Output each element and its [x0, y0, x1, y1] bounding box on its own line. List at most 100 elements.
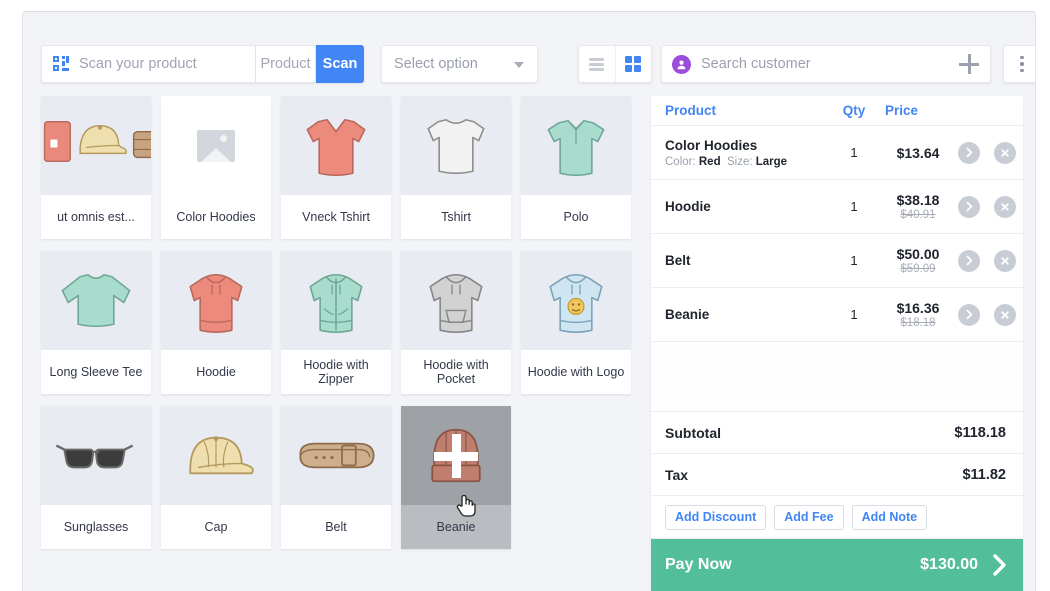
cart-item-price-cell: $38.18 $40.91 [885, 192, 951, 221]
product-tile[interactable]: Beanie [401, 406, 511, 549]
chevron-right-icon [966, 309, 972, 320]
list-view-icon [589, 57, 605, 71]
cart-item-detail-button[interactable] [958, 303, 980, 326]
cart-item-row[interactable]: Beanie 1 $16.36 $18.18 [651, 288, 1023, 342]
pay-now-amount: $130.00 [920, 556, 978, 573]
cart-table-header: Product Qty Price [651, 96, 1023, 126]
chevron-right-icon [966, 255, 972, 266]
product-tile-label: Hoodie [161, 350, 271, 394]
product-tile-label: Hoodie with Pocket [401, 350, 511, 394]
cap-image [161, 406, 271, 505]
cart-item-row[interactable]: Hoodie 1 $38.18 $40.91 [651, 180, 1023, 234]
product-tile[interactable]: Hoodie with Zipper [281, 251, 391, 394]
segment-scan-button[interactable]: Scan [316, 45, 364, 83]
long-sleeve-tee-image [41, 251, 151, 350]
grid-view-icon [625, 56, 642, 72]
product-tile[interactable]: Cap [161, 406, 271, 549]
cart-item-name: Color Hoodies [665, 137, 758, 153]
cart-item-original-price: $59.09 [900, 263, 936, 275]
product-tile[interactable]: Hoodie with Pocket [401, 251, 511, 394]
segment-product-label: Product [260, 56, 311, 72]
sunglasses-image [41, 406, 151, 505]
scan-input[interactable] [79, 49, 244, 79]
cart-item-name: Beanie [665, 307, 710, 322]
cart-item-price-cell: $13.64 [885, 145, 951, 161]
beanie-image [401, 406, 511, 505]
product-tile[interactable]: Sunglasses [41, 406, 151, 549]
product-tile[interactable]: Polo [521, 96, 631, 239]
product-tile-label: Belt [281, 505, 391, 549]
product-tile-label: Tshirt [401, 195, 511, 239]
product-tile-label: Hoodie with Logo [521, 350, 631, 394]
top-toolbar: Product Scan Select option [41, 45, 1035, 85]
subtotal-label: Subtotal [665, 424, 721, 441]
product-tile[interactable]: ut omnis est... [41, 96, 151, 239]
product-tile[interactable]: Color Hoodies [161, 96, 271, 239]
subtotal-value: $118.18 [954, 424, 1006, 441]
product-tile-label: Hoodie with Zipper [281, 350, 391, 394]
cart-item-qty: 1 [850, 145, 858, 160]
image-placeholder-icon [161, 96, 271, 195]
cart-item-row[interactable]: Belt 1 $50.00 $59.09 [651, 234, 1023, 288]
belt-image [281, 406, 391, 505]
barcode-scan-icon [53, 56, 69, 71]
product-tile-label: Sunglasses [41, 505, 151, 549]
product-tile[interactable]: Tshirt [401, 96, 511, 239]
list-view-button[interactable] [579, 46, 615, 82]
add-to-cart-plus-icon[interactable] [434, 433, 478, 478]
column-header-qty: Qty [842, 103, 866, 118]
hoodie-image [161, 251, 271, 350]
more-vertical-icon-dot [1020, 55, 1024, 60]
cart-item-row[interactable]: Color Hoodies Color: Red Size: Large 1 $13.… [651, 126, 1023, 180]
hoodie-pocket-image [401, 251, 511, 350]
add-fee-button[interactable]: Add Fee [774, 504, 844, 530]
cart-item-price-cell: $16.36 $18.18 [885, 300, 951, 329]
product-tile-label: Color Hoodies [161, 195, 271, 239]
cart-item-remove-button[interactable] [994, 303, 1016, 326]
cart-item-detail-button[interactable] [958, 195, 980, 218]
column-header-product: Product [665, 103, 717, 118]
cart-panel: Product Qty Price Color Hoodies Color: Re… [651, 96, 1023, 591]
select-option-dropdown[interactable]: Select option [381, 45, 538, 83]
customer-search-input[interactable] [701, 49, 951, 79]
product-tile[interactable]: Long Sleeve Tee [41, 251, 151, 394]
cart-item-product-cell: Color Hoodies Color: Red Size: Large [651, 138, 823, 168]
more-vertical-icon-dot [1020, 68, 1024, 73]
cart-item-detail-button[interactable] [958, 141, 980, 164]
close-circle-icon [1001, 310, 1009, 319]
vneck-tshirt-image [281, 96, 391, 195]
product-tile[interactable]: Hoodie [161, 251, 271, 394]
select-option-label: Select option [394, 56, 478, 72]
cart-item-remove-button[interactable] [994, 195, 1016, 218]
grid-view-button[interactable] [615, 46, 651, 82]
cart-item-remove-button[interactable] [994, 249, 1016, 272]
cart-item-remove-button[interactable] [994, 141, 1016, 164]
scan-product-field[interactable] [41, 45, 256, 83]
pay-now-button[interactable]: Pay Now $130.00 [651, 539, 1023, 591]
hand-pointer-cursor [456, 494, 476, 517]
product-tile[interactable]: Hoodie with Logo [521, 251, 631, 394]
cart-item-price: $16.36 [896, 300, 940, 316]
segment-product-button[interactable]: Product [256, 45, 316, 83]
add-note-button[interactable]: Add Note [851, 504, 928, 530]
cart-item-variant: Color: Red Size: Large [665, 155, 788, 168]
user-avatar-icon [672, 54, 691, 74]
cart-item-detail-button[interactable] [958, 249, 980, 272]
cart-item-price: $50.00 [896, 246, 940, 262]
add-discount-button[interactable]: Add Discount [665, 504, 767, 530]
chevron-right-icon [993, 554, 1006, 576]
customer-search-bar[interactable] [661, 45, 991, 83]
product-tile[interactable]: Vneck Tshirt [281, 96, 391, 239]
more-options-button[interactable] [1003, 45, 1035, 83]
cart-item-qty: 1 [850, 253, 858, 268]
add-customer-plus-icon[interactable] [959, 54, 979, 74]
cart-item-name: Hoodie [665, 199, 711, 214]
product-tile[interactable]: Belt [281, 406, 391, 549]
cart-item-original-price: $40.91 [900, 209, 936, 221]
cart-item-price: $38.18 [896, 192, 940, 208]
product-tile-label: Polo [521, 195, 631, 239]
app-window: Product Scan Select option [22, 11, 1036, 591]
close-circle-icon [1001, 202, 1009, 211]
cart-item-name: Belt [665, 253, 691, 268]
segment-scan-label: Scan [322, 56, 358, 72]
